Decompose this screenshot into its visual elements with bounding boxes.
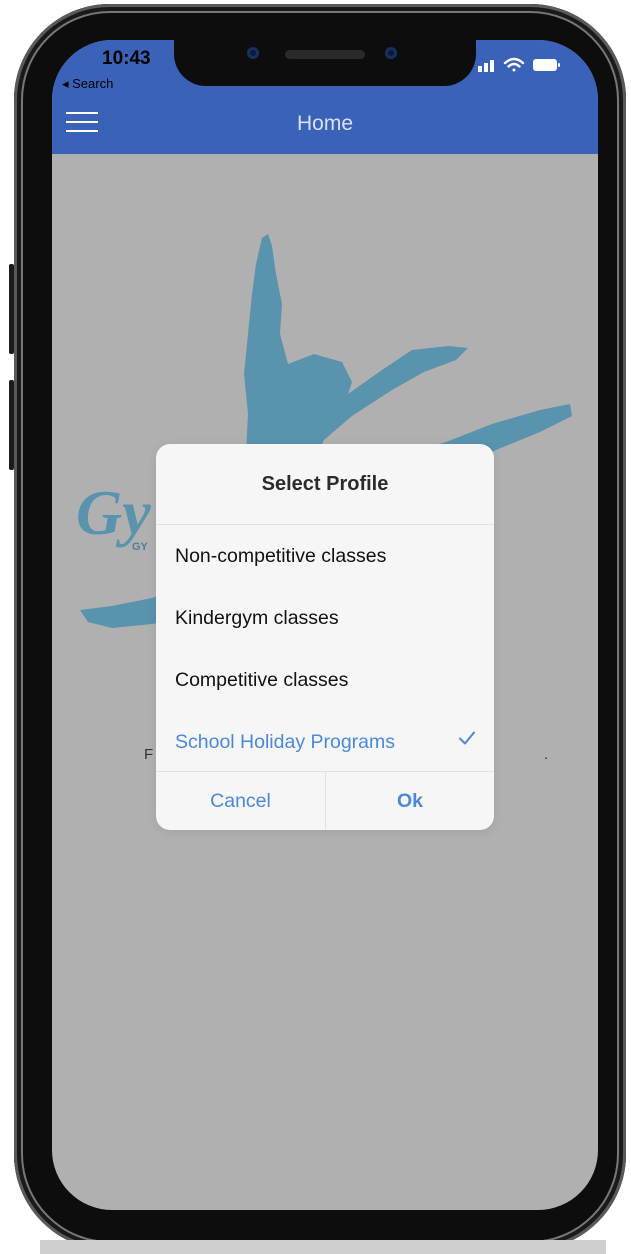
app-bar: 10:43 ◂ Search Home [52, 40, 598, 154]
dialog-title: Select Profile [156, 444, 494, 525]
sensor-icon [385, 47, 397, 59]
screen: 10:43 ◂ Search Home Gy GY F . Select Pro… [52, 40, 598, 1210]
option-competitive-classes[interactable]: Competitive classes [156, 649, 494, 711]
option-label: School Holiday Programs [175, 731, 396, 753]
option-label: Non-competitive classes [175, 545, 387, 567]
dialog-actions: Cancel Ok [156, 771, 494, 830]
svg-text:GY: GY [132, 541, 149, 553]
option-label: Competitive classes [175, 669, 349, 691]
page-title: Home [296, 112, 354, 135]
volume-button [9, 380, 14, 470]
bottom-edge [40, 1240, 606, 1254]
signal-icon [478, 60, 494, 72]
option-non-competitive-classes[interactable]: Non-competitive classes [156, 525, 494, 587]
mute-switch [9, 264, 14, 354]
cancel-button[interactable]: Cancel [156, 772, 326, 830]
option-kindergym-classes[interactable]: Kindergym classes [156, 587, 494, 649]
background-text-fragment-end: . [544, 746, 549, 763]
svg-text:Gy: Gy [76, 477, 151, 548]
battery-icon [533, 59, 560, 71]
select-profile-dialog: Select Profile Non-competitive classes K… [156, 444, 494, 830]
background-text-fragment: F [144, 746, 154, 763]
notch [174, 40, 476, 86]
back-to-search-link[interactable]: ◂ Search [62, 76, 113, 92]
wifi-icon [503, 57, 525, 72]
checkmark-icon [459, 731, 475, 745]
option-school-holiday-programs[interactable]: School Holiday Programs [156, 711, 494, 773]
ok-button[interactable]: Ok [326, 772, 494, 830]
status-icons [478, 57, 560, 72]
front-camera-icon [247, 47, 259, 59]
option-label: Kindergym classes [175, 607, 339, 629]
speaker-grille [285, 50, 365, 59]
status-time: 10:43 [102, 48, 151, 69]
